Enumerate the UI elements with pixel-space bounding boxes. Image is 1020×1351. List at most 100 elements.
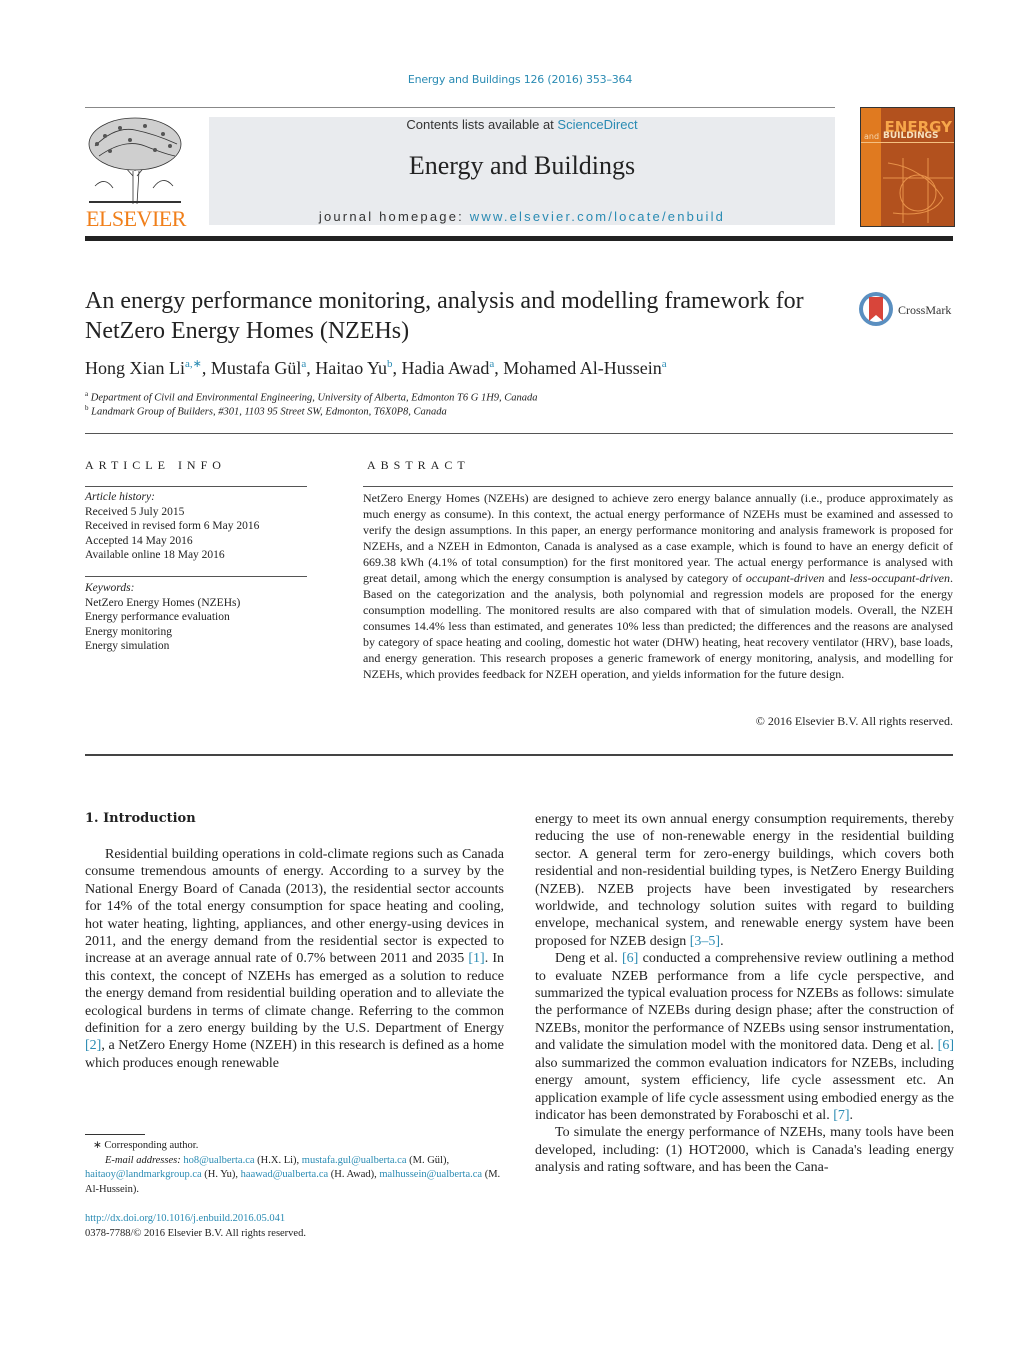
email-link[interactable]: haawad@ualberta.ca	[241, 1169, 329, 1180]
contents-prefix: Contents lists available at	[406, 117, 558, 132]
author-affiliation-mark[interactable]: a	[662, 358, 667, 370]
paragraph-text: Deng et al.	[555, 951, 623, 967]
paragraph-text: .	[849, 1107, 854, 1123]
journal-banner: Contents lists available at ScienceDirec…	[209, 117, 835, 225]
footnote-divider	[85, 1134, 145, 1135]
journal-homepage-line: journal homepage: www.elsevier.com/locat…	[209, 209, 835, 224]
header-divider	[85, 107, 835, 108]
citation-link[interactable]: [7]	[833, 1108, 849, 1123]
elsevier-wordmark: ELSEVIER	[86, 206, 186, 231]
email-owner: (H.X. Li),	[254, 1154, 302, 1166]
email-label: E-mail addresses:	[105, 1154, 184, 1166]
email-owner: (M. Gül),	[406, 1154, 450, 1166]
affiliation-mark: b	[85, 404, 89, 412]
history-item: Available online 18 May 2016	[85, 549, 225, 561]
homepage-link[interactable]: www.elsevier.com/locate/enbuild	[470, 209, 725, 224]
email-link[interactable]: mustafa.gul@ualberta.ca	[302, 1155, 407, 1166]
crossmark-icon	[859, 292, 893, 326]
keywords-label: Keywords:	[85, 582, 135, 594]
history-item: Received in revised form 6 May 2016	[85, 520, 260, 532]
author-affiliation-mark[interactable]: a	[301, 358, 306, 370]
affiliation-text: Landmark Group of Builders, #301, 1103 9…	[91, 406, 447, 418]
affiliation-divider	[85, 433, 953, 434]
cover-graphic-icon	[883, 158, 953, 223]
author-affiliation-mark[interactable]: a	[489, 358, 494, 370]
cover-band	[861, 108, 881, 226]
crossmark-button[interactable]: CrossMark	[858, 291, 958, 331]
abstract-text: and	[824, 571, 850, 585]
paragraph-text: Residential building operations in cold-…	[85, 847, 504, 967]
abstract-copyright: © 2016 Elsevier B.V. All rights reserved…	[755, 714, 953, 728]
body-column-left: Residential building operations in cold-…	[85, 846, 504, 1072]
email-link[interactable]: ho8@ualberta.ca	[183, 1155, 254, 1166]
cover-title-and: and	[864, 132, 880, 141]
affiliation-b: b Landmark Group of Builders, #301, 1103…	[85, 404, 447, 418]
citation-link[interactable]: [6]	[938, 1038, 954, 1053]
citation-link[interactable]: [2]	[85, 1038, 101, 1053]
paragraph-text: .	[720, 933, 724, 949]
keyword-item: Energy performance evaluation	[85, 611, 230, 623]
history-item: Received 5 July 2015	[85, 505, 185, 518]
citation-link[interactable]: [3–5]	[690, 934, 720, 949]
issn-copyright: 0378-7788/© 2016 Elsevier B.V. All right…	[85, 1227, 306, 1239]
crossmark-label: CrossMark	[898, 303, 952, 317]
article-title: An energy performance monitoring, analys…	[85, 288, 804, 344]
header-thick-divider	[85, 236, 953, 241]
article-info-heading: ARTICLE INFO	[85, 458, 226, 472]
abstract-italic-term: occupant-driven	[745, 571, 825, 585]
abstract-body: NetZero Energy Homes (NZEHs) are designe…	[363, 490, 953, 682]
author-affiliation-mark[interactable]: a,∗	[185, 358, 202, 370]
doi-block: http://dx.doi.org/10.1016/j.enbuild.2016…	[85, 1212, 306, 1241]
author-name[interactable]: Mohamed Al-Hussein	[503, 358, 661, 378]
email-link[interactable]: haitaoy@landmarkgroup.ca	[85, 1169, 202, 1180]
tree-icon	[85, 116, 185, 206]
history-item: Accepted 14 May 2016	[85, 534, 193, 547]
author-affiliation-mark[interactable]: b	[387, 358, 393, 370]
journal-cover-thumbnail[interactable]: ENERGY and BUILDINGS	[860, 107, 955, 227]
paragraph-text: , a NetZero Energy Home (NZEH) in this r…	[85, 1038, 504, 1071]
author-list: Hong Xian Lia,∗, Mustafa Güla, Haitao Yu…	[85, 358, 667, 378]
section-heading-introduction: 1. Introduction	[85, 811, 196, 826]
keyword-item: Energy simulation	[85, 640, 170, 652]
keyword-item: NetZero Energy Homes (NZEHs)	[85, 596, 241, 609]
corresponding-author-note: ∗ Corresponding author.	[93, 1140, 199, 1151]
paragraph: energy to meet its own annual energy con…	[535, 811, 954, 950]
keywords: Keywords: NetZero Energy Homes (NZEHs) E…	[85, 581, 310, 654]
front-matter-divider	[85, 754, 953, 756]
journal-reference[interactable]: Energy and Buildings 126 (2016) 353–364	[0, 73, 1020, 86]
body-column-right: energy to meet its own annual energy con…	[535, 811, 954, 1177]
homepage-prefix: journal homepage:	[318, 209, 470, 224]
article-info-divider	[85, 486, 307, 487]
author-name[interactable]: Hadia Awad	[402, 358, 490, 378]
keywords-divider	[85, 576, 307, 577]
email-addresses: E-mail addresses: ho8@ualberta.ca (H.X. …	[85, 1154, 505, 1198]
doi-link[interactable]: http://dx.doi.org/10.1016/j.enbuild.2016…	[85, 1213, 285, 1224]
author-name[interactable]: Mustafa Gül	[211, 358, 301, 378]
affiliation-a: a Department of Civil and Environmental …	[85, 390, 538, 404]
abstract-divider	[363, 486, 953, 487]
abstract-italic-term: less-occupant-driven	[849, 571, 950, 585]
author-name[interactable]: Hong Xian Li	[85, 358, 185, 378]
cover-title-buildings: BUILDINGS	[883, 131, 939, 141]
cover-divider	[861, 142, 954, 143]
abstract-heading: ABSTRACT	[367, 458, 470, 472]
affiliation-mark: a	[85, 390, 89, 398]
keyword-item: Energy monitoring	[85, 625, 172, 638]
paragraph: To simulate the energy performance of NZ…	[535, 1125, 954, 1176]
affiliation-text: Department of Civil and Environmental En…	[90, 392, 538, 404]
article-history: Article history: Received 5 July 2015 Re…	[85, 490, 310, 563]
email-link[interactable]: malhussein@ualberta.ca	[379, 1169, 482, 1180]
email-owner: (H. Yu),	[201, 1169, 241, 1180]
paragraph-text: energy to meet its own annual energy con…	[535, 812, 954, 949]
paragraph: Residential building operations in cold-…	[85, 846, 504, 1072]
contents-available-line: Contents lists available at ScienceDirec…	[209, 117, 835, 132]
paragraph-text: also summarized the common evaluation in…	[535, 1055, 954, 1123]
article-history-label: Article history:	[85, 491, 155, 503]
sciencedirect-link[interactable]: ScienceDirect	[557, 117, 637, 132]
citation-link[interactable]: [1]	[468, 951, 484, 966]
author-name[interactable]: Haitao Yu	[315, 358, 387, 378]
email-owner: (H. Awad),	[328, 1169, 380, 1180]
paragraph-text: conducted a comprehensive review outlini…	[535, 951, 954, 1054]
citation-link[interactable]: [6]	[622, 951, 638, 966]
abstract-text: . Based on the categorization and the an…	[363, 571, 953, 681]
